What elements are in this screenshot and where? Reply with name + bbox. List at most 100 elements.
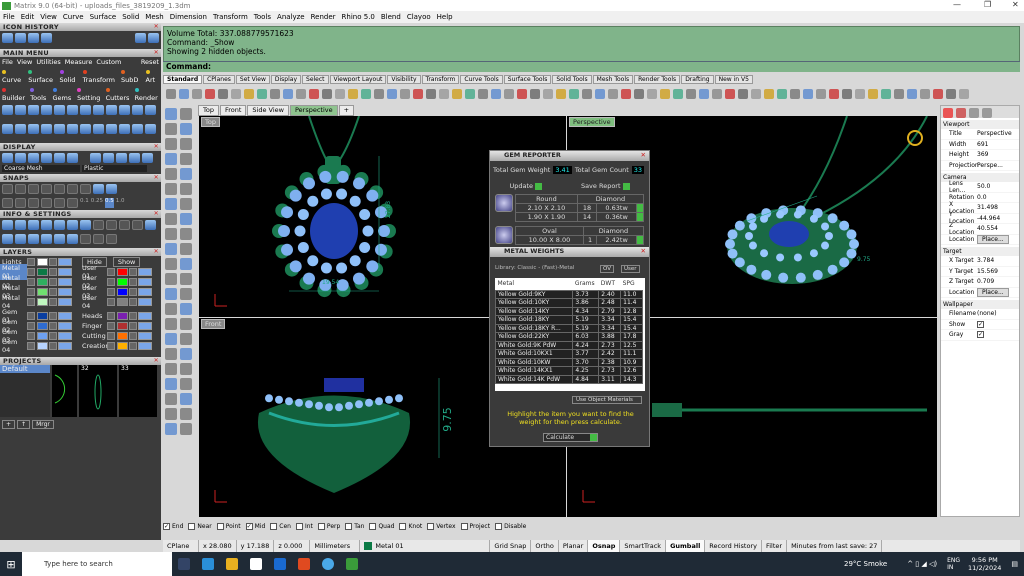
visibility-toggle[interactable] xyxy=(58,342,72,350)
layer-menu-icon[interactable] xyxy=(107,332,115,340)
toolbar-icon[interactable] xyxy=(504,89,514,99)
tool-icon[interactable] xyxy=(28,105,39,115)
checkbox[interactable] xyxy=(345,522,353,530)
osnap-disable[interactable]: Disable xyxy=(495,522,526,530)
metal-row[interactable]: White Gold:9K PdW 4.24 2.73 12.5 xyxy=(495,340,643,350)
checkbox[interactable] xyxy=(369,522,377,530)
tool-icon[interactable] xyxy=(165,393,177,405)
tool-icon[interactable] xyxy=(165,168,177,180)
tool-icon[interactable] xyxy=(165,213,177,225)
project-thumb[interactable]: 32 xyxy=(79,365,117,417)
toolbar-tab-curve-tools[interactable]: Curve Tools xyxy=(460,75,503,84)
checkbox[interactable] xyxy=(399,522,407,530)
tool-icon[interactable] xyxy=(2,105,13,115)
visibility-toggle[interactable] xyxy=(58,312,72,320)
property-value[interactable]: 0.0 xyxy=(977,194,1019,201)
tool-icon[interactable] xyxy=(145,124,156,134)
select-gem-button[interactable] xyxy=(636,235,644,245)
toolbar-icon[interactable] xyxy=(361,89,371,99)
toolbar-icon[interactable] xyxy=(439,89,449,99)
category-surface[interactable]: Surface xyxy=(28,68,55,84)
toolbar-icon[interactable] xyxy=(569,89,579,99)
lock-icon[interactable] xyxy=(129,342,137,350)
close-icon[interactable]: ✕ xyxy=(154,174,159,181)
metal-row[interactable]: Yellow Gold:9KY 3.73 2.40 11.0 xyxy=(495,289,643,299)
layer-row[interactable]: Cutting xyxy=(80,331,160,341)
toolbar-icon[interactable] xyxy=(686,89,696,99)
layer-color-swatch[interactable] xyxy=(117,298,128,306)
visibility-toggle[interactable] xyxy=(58,268,72,276)
osnap-end[interactable]: ✓ End xyxy=(163,522,183,530)
category-art[interactable]: Art xyxy=(145,68,159,84)
tool-icon[interactable] xyxy=(165,273,177,285)
tool-icon[interactable] xyxy=(165,408,177,420)
category-render[interactable]: Render xyxy=(134,86,159,102)
layer-menu-icon[interactable] xyxy=(27,312,35,320)
osnap-cen[interactable]: Cen xyxy=(270,522,291,530)
windows-start-icon[interactable]: ⊞ xyxy=(0,558,22,571)
toggle-smarttrack[interactable]: SmartTrack xyxy=(620,540,667,552)
checkbox[interactable]: ✓ xyxy=(245,522,253,530)
history-icon[interactable] xyxy=(41,33,52,43)
layer-menu-icon[interactable] xyxy=(107,278,115,286)
lock-icon[interactable] xyxy=(49,332,57,340)
visibility-toggle[interactable] xyxy=(138,332,152,340)
toolbar-icon[interactable] xyxy=(231,89,241,99)
osnap-knot[interactable]: Knot xyxy=(399,522,422,530)
metal-row[interactable]: White Gold:10KW 3.70 2.38 10.9 xyxy=(495,357,643,367)
layer-menu-icon[interactable] xyxy=(27,298,35,306)
snap-value[interactable]: 1.0 xyxy=(116,198,125,208)
viewport-tab-side-view[interactable]: Side View xyxy=(247,105,289,116)
layer-menu-icon[interactable] xyxy=(107,268,115,276)
lock-icon[interactable] xyxy=(129,278,137,286)
layer-color-swatch[interactable] xyxy=(117,268,128,276)
task-view-icon[interactable] xyxy=(178,558,190,570)
tool-icon[interactable] xyxy=(67,105,78,115)
toolbar-tab-surface-tools[interactable]: Surface Tools xyxy=(503,75,552,84)
property-value[interactable]: 31.498 xyxy=(977,204,1019,211)
tool-icon[interactable] xyxy=(165,288,177,300)
edge-icon[interactable] xyxy=(202,558,214,570)
select-gem-button[interactable] xyxy=(636,203,644,213)
toolbar-tab-display[interactable]: Display xyxy=(270,75,302,84)
lock-icon[interactable] xyxy=(129,288,137,296)
toolbar-tab-new-in-v5[interactable]: New in V5 xyxy=(714,75,753,84)
toolbar-icon[interactable] xyxy=(166,89,176,99)
place-button[interactable]: Place... xyxy=(977,287,1009,297)
property-value[interactable]: 3.784 xyxy=(977,257,1019,264)
layer-color-swatch[interactable] xyxy=(37,332,48,340)
layer-row[interactable]: User 04 xyxy=(80,294,160,310)
chrome-like-icon[interactable] xyxy=(322,558,334,570)
tool-icon[interactable] xyxy=(180,153,192,165)
tool-icon[interactable] xyxy=(180,243,192,255)
osnap-vertex[interactable]: Vertex xyxy=(427,522,456,530)
layer-row[interactable]: Gem 04 xyxy=(0,338,80,354)
notifications-icon[interactable]: ▤ xyxy=(1011,560,1018,568)
toolbar-icon[interactable] xyxy=(413,89,423,99)
menu-analyze[interactable]: Analyze xyxy=(277,13,305,21)
menu-rhino-5-0[interactable]: Rhino 5.0 xyxy=(342,13,375,21)
visibility-toggle[interactable] xyxy=(138,322,152,330)
menu-surface[interactable]: Surface xyxy=(90,13,117,21)
tool-icon[interactable] xyxy=(41,124,52,134)
layer-name[interactable]: Heads xyxy=(80,312,107,320)
material-dropdown[interactable]: Plastic xyxy=(82,165,147,172)
maximize-button[interactable]: ❐ xyxy=(984,0,991,9)
main-menu-item[interactable]: Utilities xyxy=(36,58,60,66)
toolbar-icon[interactable] xyxy=(244,89,254,99)
tool-icon[interactable] xyxy=(2,124,13,134)
visibility-toggle[interactable] xyxy=(138,312,152,320)
metal-row[interactable]: Yellow Gold:18KY 5.19 3.34 15.4 xyxy=(495,315,643,325)
toolbar-icon[interactable] xyxy=(543,89,553,99)
menu-solid[interactable]: Solid xyxy=(122,13,139,21)
property-value[interactable]: -44.964 xyxy=(977,215,1019,222)
menu-edit[interactable]: Edit xyxy=(21,13,35,21)
toolbar-icon[interactable] xyxy=(673,89,683,99)
tool-icon[interactable] xyxy=(180,393,192,405)
visibility-toggle[interactable] xyxy=(138,342,152,350)
tool-icon[interactable] xyxy=(180,138,192,150)
tool-icon[interactable] xyxy=(165,318,177,330)
column-header[interactable]: DWT xyxy=(599,278,621,290)
lock-icon[interactable] xyxy=(129,332,137,340)
property-value[interactable]: Perspe... xyxy=(977,162,1019,169)
